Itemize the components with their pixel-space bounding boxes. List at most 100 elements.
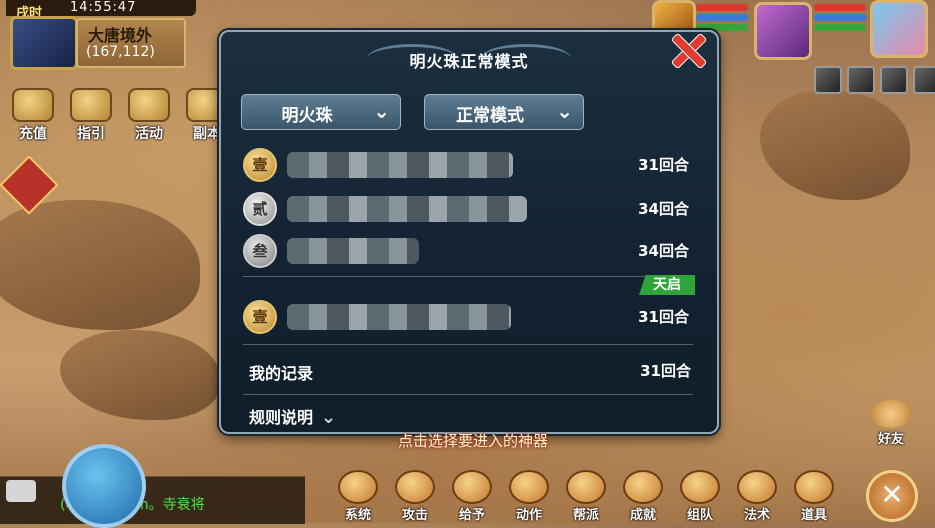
player-name-blurred [287, 196, 527, 222]
chevron-down-icon: ⌄ [321, 407, 337, 428]
chevron-down-icon: ⌄ [556, 99, 573, 123]
buff-icon[interactable] [880, 66, 908, 94]
player-status-panel: 戌时 14:55:47 大唐境外 (167,112) [6, 0, 206, 70]
action-button[interactable]: 动作 [505, 470, 553, 523]
recharge-icon [12, 88, 54, 122]
achievement-icon [623, 470, 663, 504]
player-mp-bar [814, 14, 866, 21]
close-dialog-icon[interactable] [667, 30, 707, 70]
item-dropdown[interactable]: 明火珠 ⌄ [241, 94, 401, 130]
location-panel[interactable]: 大唐境外 (167,112) [76, 18, 186, 68]
ranking-dialog: 明火珠正常模式 明火珠 ⌄ 正常模式 ⌄ 壹 31回合 贰 34回合 叁 34回… [219, 30, 719, 434]
my-ranking-row[interactable]: 壹 31回合 [243, 296, 693, 336]
attack-label: 攻击 [401, 508, 428, 523]
background-rock [60, 330, 220, 420]
guide-button[interactable]: 指引 [68, 88, 114, 143]
pet-hp-bar [696, 4, 748, 11]
system-label: 系统 [344, 508, 371, 523]
dialog-title: 明火珠正常模式 [409, 52, 529, 71]
player-hp-bar [814, 4, 866, 11]
rounds-count: 31回合 [638, 308, 689, 326]
attack-button[interactable]: 攻击 [391, 470, 439, 523]
buff-icon[interactable] [814, 66, 842, 94]
character-avatar[interactable] [870, 0, 928, 58]
rank-medal-bronze: 叁 [243, 234, 277, 268]
friends-button[interactable]: 好友 [866, 400, 916, 447]
team-icon [680, 470, 720, 504]
close-menu-icon[interactable]: ✕ [866, 470, 918, 522]
give-label: 给予 [458, 508, 485, 523]
achievement-button[interactable]: 成就 [619, 470, 667, 523]
attack-icon [395, 470, 435, 504]
buff-icon[interactable] [847, 66, 875, 94]
guide-label: 指引 [77, 126, 105, 142]
ranking-row-2[interactable]: 贰 34回合 [243, 188, 693, 228]
clock: 14:55:47 [70, 0, 137, 15]
buff-icon[interactable] [913, 66, 935, 94]
player-name-blurred [287, 152, 513, 178]
friends-label: 好友 [877, 432, 904, 447]
recharge-label: 充值 [19, 126, 47, 142]
guild-button[interactable]: 帮派 [562, 470, 610, 523]
server-badge: 天启 [639, 275, 695, 295]
magic-label: 法术 [743, 508, 770, 523]
activity-button[interactable]: 活动 [126, 88, 172, 143]
system-icon [338, 470, 378, 504]
location-name: 大唐境外 [88, 26, 153, 45]
guild-label: 帮派 [572, 508, 599, 523]
left-menu: 充值 指引 活动 副本 [10, 88, 230, 143]
action-icon [509, 470, 549, 504]
rank-medal-silver: 贰 [243, 192, 277, 226]
hint-text: 点击选择要进入的神器 [398, 432, 549, 450]
item-button[interactable]: 道具 [790, 470, 838, 523]
my-record-label: 我的记录 [249, 364, 314, 383]
my-record-rounds: 31回合 [640, 362, 691, 380]
rules-label: 规则说明 [249, 408, 314, 427]
bottom-menu: 系统 攻击 给予 动作 帮派 成就 组队 法术 道具 [334, 470, 838, 523]
achievement-label: 成就 [629, 508, 656, 523]
rules-toggle[interactable]: 规则说明 ⌄ [249, 404, 336, 428]
divider [243, 344, 693, 345]
guild-icon [566, 470, 606, 504]
ranking-row-3[interactable]: 叁 34回合 [243, 230, 693, 270]
player-name-blurred [287, 238, 419, 264]
mode-dropdown-value: 正常模式 [456, 106, 524, 126]
item-label: 道具 [800, 508, 827, 523]
rounds-count: 31回合 [638, 156, 689, 174]
virtual-joystick[interactable] [62, 444, 146, 528]
background-rock [760, 90, 910, 200]
rank-medal-gold: 壹 [243, 300, 277, 334]
buff-icons [814, 66, 935, 94]
team-label: 组队 [686, 508, 713, 523]
handshake-icon [871, 400, 911, 428]
player-anger-bar [814, 24, 866, 31]
pet-mp-bar [696, 14, 748, 21]
give-icon [452, 470, 492, 504]
item-icon [794, 470, 834, 504]
magic-icon [737, 470, 777, 504]
player-name-blurred [287, 304, 511, 330]
rank-medal-gold: 壹 [243, 148, 277, 182]
player-avatar[interactable] [10, 16, 78, 70]
location-coordinates: (167,112) [86, 44, 155, 60]
rounds-count: 34回合 [638, 242, 689, 260]
action-label: 动作 [515, 508, 542, 523]
ranking-row-1[interactable]: 壹 31回合 [243, 144, 693, 184]
recharge-button[interactable]: 充值 [10, 88, 56, 143]
divider [243, 394, 693, 395]
chat-bubble-icon[interactable] [6, 480, 36, 502]
system-button[interactable]: 系统 [334, 470, 382, 523]
team-button[interactable]: 组队 [676, 470, 724, 523]
pet-avatar[interactable] [754, 2, 812, 60]
give-button[interactable]: 给予 [448, 470, 496, 523]
item-dropdown-value: 明火珠 [281, 106, 333, 126]
mode-dropdown[interactable]: 正常模式 ⌄ [424, 94, 584, 130]
activity-label: 活动 [135, 126, 163, 142]
magic-button[interactable]: 法术 [733, 470, 781, 523]
rounds-count: 34回合 [638, 200, 689, 218]
background-rock [0, 200, 200, 330]
guide-icon [70, 88, 112, 122]
activity-icon [128, 88, 170, 122]
divider [243, 276, 693, 277]
chevron-down-icon: ⌄ [373, 99, 390, 123]
